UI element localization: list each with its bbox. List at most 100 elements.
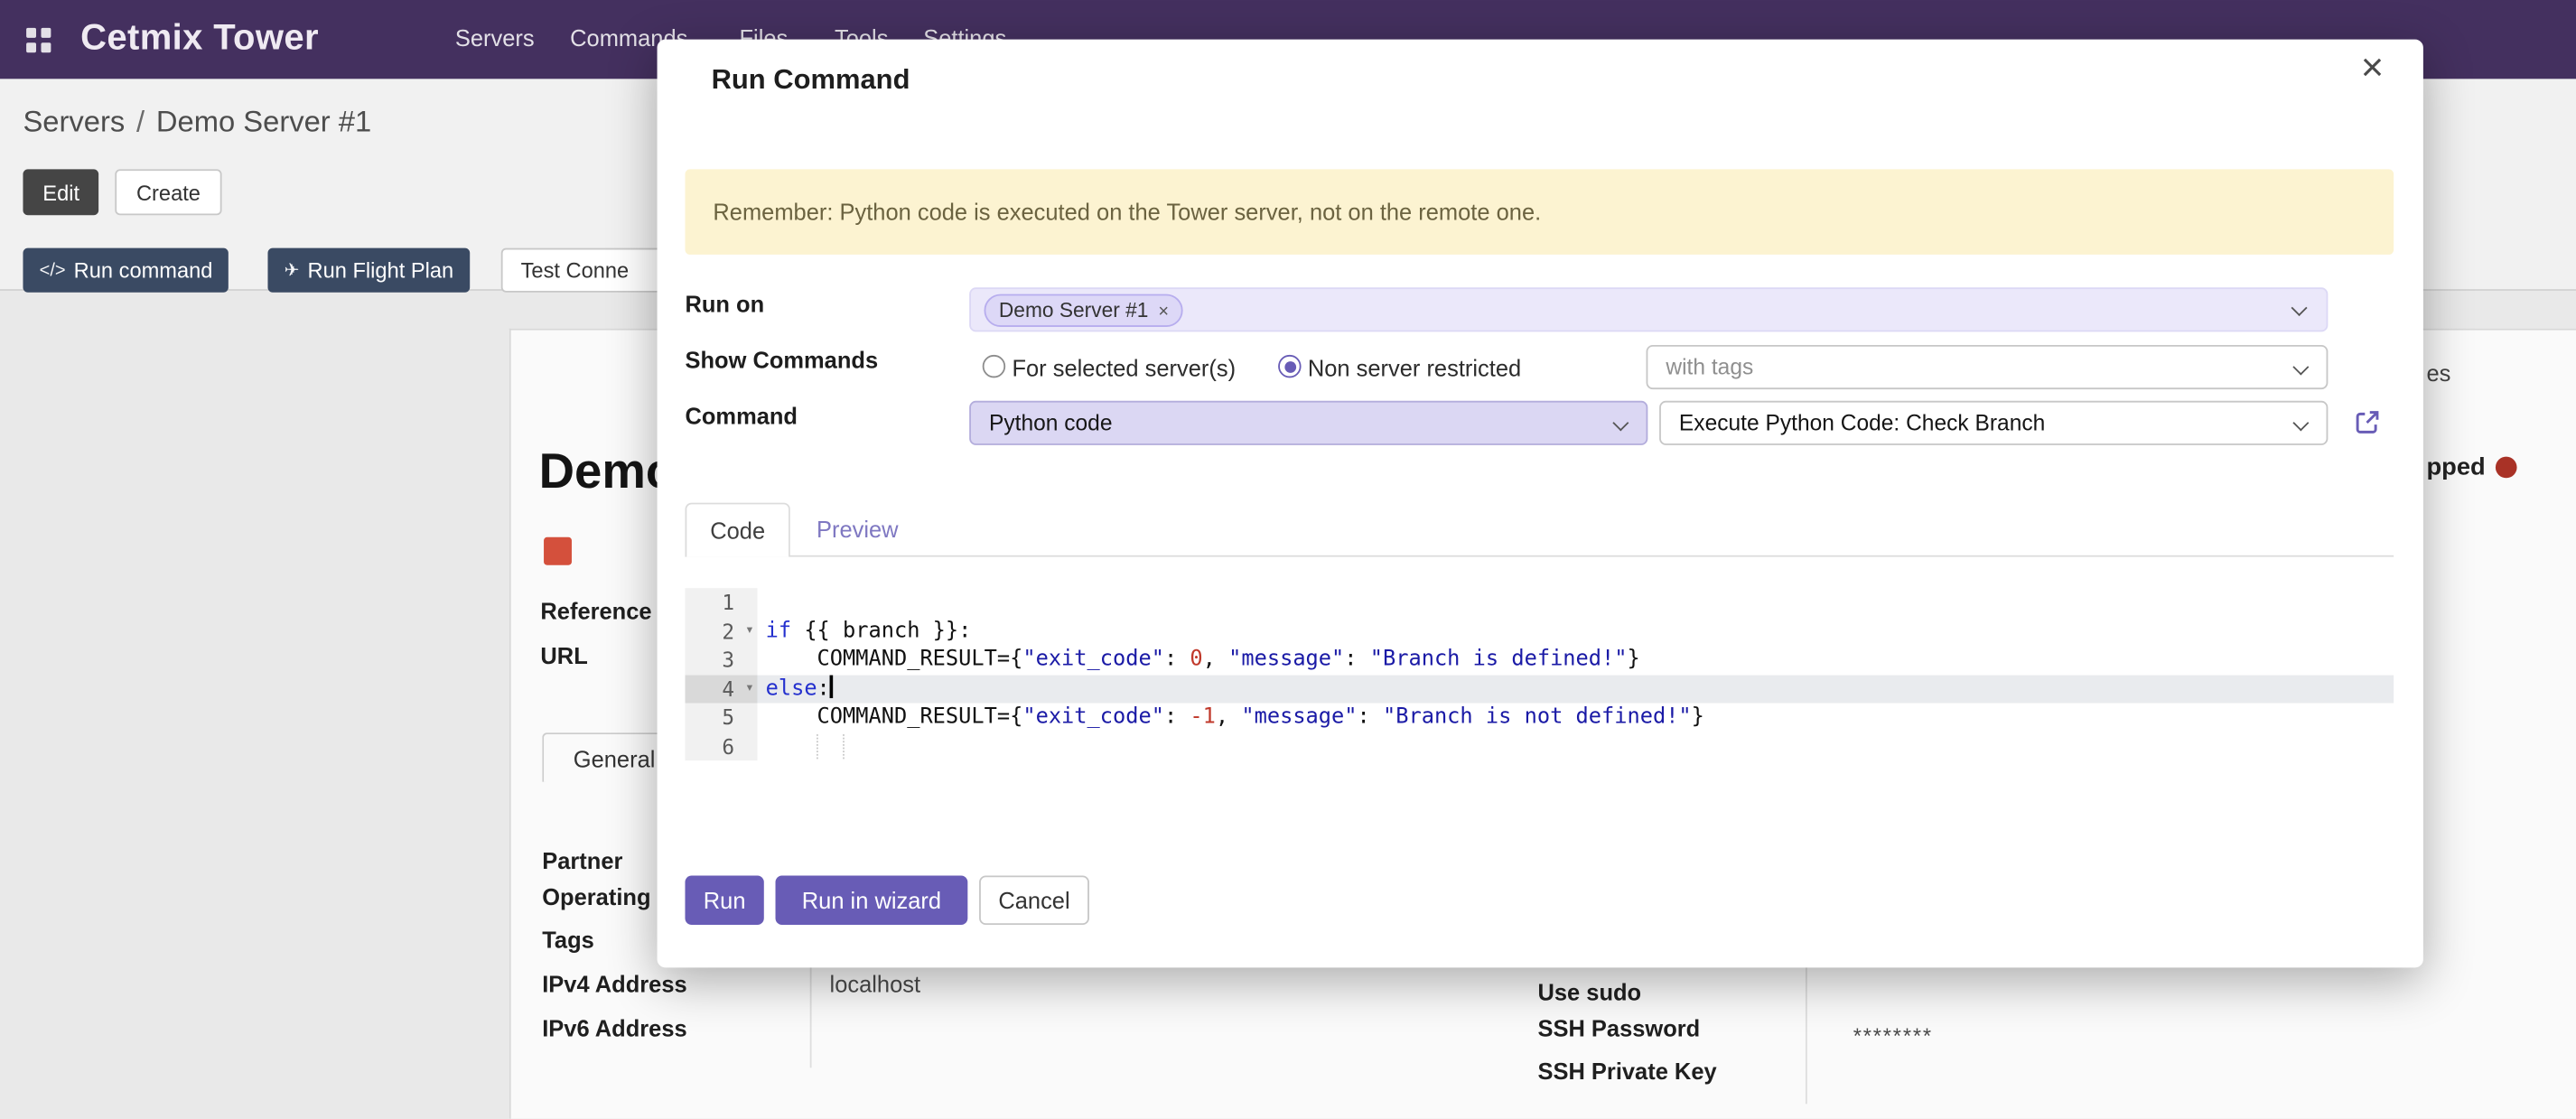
apps-grid-icon[interactable] xyxy=(26,28,51,52)
ssh-private-key-label: SSH Private Key xyxy=(1537,1058,1716,1084)
code-line-2[interactable]: if {{ branch }}: xyxy=(758,617,2394,646)
operating-system-label: Operating xyxy=(542,884,650,910)
status-stopped-partial-text: pped xyxy=(2427,453,2486,481)
code-token: , xyxy=(1203,648,1228,672)
gutter-line-3[interactable]: 3 xyxy=(685,646,757,675)
code-token: , xyxy=(1216,704,1241,729)
command-select[interactable]: Execute Python Code: Check Branch xyxy=(1659,401,2328,445)
code-brackets-icon: </> xyxy=(40,260,66,280)
line-number: 3 xyxy=(722,648,734,672)
code-token: : xyxy=(1344,648,1369,672)
code-token: "message" xyxy=(1241,704,1357,729)
code-token: "exit_code" xyxy=(1022,704,1164,729)
gutter-line-1[interactable]: 1 xyxy=(685,588,757,617)
radio-non-server-restricted[interactable] xyxy=(1278,355,1301,378)
run-command-modal: Run Command × Remember: Python code is e… xyxy=(658,40,2423,968)
code-token: : xyxy=(1164,648,1190,672)
menu-servers[interactable]: Servers xyxy=(455,24,535,51)
chevron-down-icon xyxy=(1612,415,1629,431)
line-number: 6 xyxy=(722,733,734,758)
use-sudo-label: Use sudo xyxy=(1537,979,1641,1005)
run-on-label: Run on xyxy=(685,291,764,317)
tab-code[interactable]: Code xyxy=(685,503,789,557)
gutter-line-5[interactable]: 5 xyxy=(685,703,757,732)
close-icon[interactable]: × xyxy=(2361,50,2384,89)
tag-remove-icon[interactable]: × xyxy=(1158,303,1169,322)
code-token: : xyxy=(1358,704,1383,729)
show-commands-label: Show Commands xyxy=(685,347,878,373)
modal-title: Run Command xyxy=(712,64,910,97)
text-cursor xyxy=(830,675,834,697)
run-on-tags-field[interactable]: Demo Server #1× xyxy=(969,287,2328,331)
plane-icon: ✈ xyxy=(285,259,300,281)
chevron-down-icon xyxy=(2292,415,2309,431)
screen: Cetmix Tower Servers Commands Files Tool… xyxy=(0,0,2576,1119)
command-type-select[interactable]: Python code xyxy=(969,401,1647,445)
code-editor[interactable]: 12▾34▾56 if {{ branch }}: COMMAND_RESULT… xyxy=(685,588,2394,762)
ipv6-label: IPv6 Address xyxy=(542,1015,686,1041)
line-number: 2 xyxy=(722,619,734,643)
cancel-button[interactable]: Cancel xyxy=(979,875,1089,925)
editor-code[interactable]: if {{ branch }}: COMMAND_RESULT={"exit_c… xyxy=(758,588,2394,760)
code-token: } xyxy=(1628,648,1640,672)
line-number: 4 xyxy=(722,676,734,700)
code-line-6[interactable] xyxy=(758,732,2394,760)
breadcrumb-separator: / xyxy=(136,105,145,137)
external-link-icon[interactable] xyxy=(2353,407,2383,437)
breadcrumb-current: Demo Server #1 xyxy=(156,105,371,137)
tags-label: Tags xyxy=(542,927,594,953)
code-token: } xyxy=(1692,704,1704,729)
radio-for-selected-servers[interactable] xyxy=(983,355,1005,378)
alert-text: Remember: Python code is executed on the… xyxy=(713,169,1541,255)
code-token: "exit_code" xyxy=(1022,648,1164,672)
code-token: if xyxy=(766,619,791,643)
gutter-line-2[interactable]: 2▾ xyxy=(685,617,757,646)
run-button[interactable]: Run xyxy=(685,875,763,925)
ipv4-label: IPv4 Address xyxy=(542,971,686,997)
run-command-label: Run command xyxy=(74,258,213,283)
server-tag-pill[interactable]: Demo Server #1× xyxy=(985,294,1184,327)
status-stopped-dot xyxy=(2496,457,2517,479)
indent-guide xyxy=(843,733,845,759)
breadcrumb-servers[interactable]: Servers xyxy=(23,105,125,137)
partner-label: Partner xyxy=(542,848,622,874)
code-token: else xyxy=(766,676,817,700)
fold-arrow-icon[interactable]: ▾ xyxy=(745,617,754,646)
ipv4-value: localhost xyxy=(830,971,921,997)
reference-label: Reference xyxy=(540,598,651,624)
python-warning-alert: Remember: Python code is executed on the… xyxy=(685,169,2394,255)
run-flight-plan-button[interactable]: ✈ Run Flight Plan xyxy=(267,248,470,293)
code-token: "Branch is not defined!" xyxy=(1383,704,1692,729)
with-tags-placeholder: with tags xyxy=(1666,355,1753,379)
chevron-down-icon xyxy=(2292,359,2309,376)
line-number: 5 xyxy=(722,704,734,729)
editor-gutter: 12▾34▾56 xyxy=(685,588,757,760)
command-type-value: Python code xyxy=(989,411,1113,435)
command-label: Command xyxy=(685,403,798,429)
run-in-wizard-button[interactable]: Run in wizard xyxy=(776,875,968,925)
tabs-divider xyxy=(685,555,2394,557)
app-brand[interactable]: Cetmix Tower xyxy=(80,16,319,59)
indent-guide xyxy=(817,733,818,759)
fold-arrow-icon[interactable]: ▾ xyxy=(745,675,754,704)
line-number: 1 xyxy=(722,590,734,614)
chevron-down-icon xyxy=(2291,300,2308,316)
run-command-button[interactable]: </> Run command xyxy=(23,248,229,293)
right-header-partial-text: es xyxy=(2427,359,2451,386)
gutter-line-4[interactable]: 4▾ xyxy=(685,675,757,704)
tab-preview[interactable]: Preview xyxy=(817,516,899,542)
url-label: URL xyxy=(540,642,587,668)
code-line-4[interactable]: else: xyxy=(758,675,2394,704)
code-line-3[interactable]: COMMAND_RESULT={"exit_code": 0, "message… xyxy=(758,646,2394,675)
gutter-line-6[interactable]: 6 xyxy=(685,732,757,760)
edit-button[interactable]: Edit xyxy=(23,169,98,215)
create-button[interactable]: Create xyxy=(115,169,221,215)
ssh-password-value: ******** xyxy=(1853,1023,1933,1048)
radio-for-selected-servers-label[interactable]: For selected server(s) xyxy=(1012,355,1236,381)
code-line-5[interactable]: COMMAND_RESULT={"exit_code": -1, "messag… xyxy=(758,703,2394,732)
command-select-value: Execute Python Code: Check Branch xyxy=(1679,411,2045,435)
radio-non-server-restricted-label[interactable]: Non server restricted xyxy=(1308,355,1521,381)
with-tags-select[interactable]: with tags xyxy=(1647,345,2329,389)
code-line-1[interactable] xyxy=(758,588,2394,617)
code-token: 0 xyxy=(1190,648,1202,672)
